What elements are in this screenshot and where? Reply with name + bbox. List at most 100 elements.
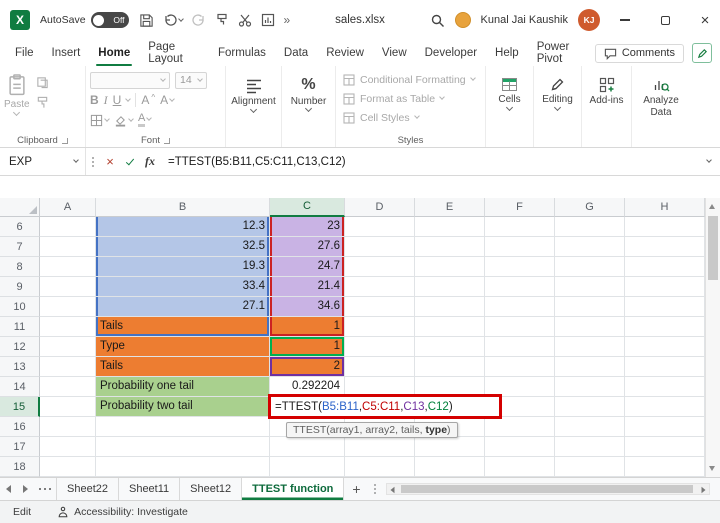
font-size-select[interactable]: 14	[175, 71, 207, 89]
cell-B10[interactable]: 27.1	[96, 297, 270, 317]
cell-G18[interactable]	[555, 457, 625, 477]
cell-F6[interactable]	[485, 217, 555, 237]
cell-F12[interactable]	[485, 337, 555, 357]
fill-color-button[interactable]	[114, 114, 134, 127]
enter-button[interactable]	[120, 156, 140, 165]
cell-A18[interactable]	[40, 457, 96, 477]
cell-H13[interactable]	[625, 357, 705, 377]
cell-B9[interactable]: 33.4	[96, 277, 270, 297]
scroll-down-icon[interactable]	[709, 466, 715, 471]
sheet-tab-ttest-function[interactable]: TTEST function	[242, 478, 345, 500]
select-all-corner[interactable]	[0, 198, 40, 217]
insert-function-button[interactable]: fx	[140, 154, 160, 169]
cell-H14[interactable]	[625, 377, 705, 397]
editing-mode-button[interactable]	[692, 43, 712, 63]
cell-B11[interactable]: Tails	[96, 317, 270, 337]
format-painter-button[interactable]	[215, 13, 229, 27]
drag-handle-icon[interactable]	[92, 160, 94, 163]
horizontal-scrollbar[interactable]	[386, 483, 710, 495]
borders-button[interactable]	[90, 114, 110, 127]
cell-G15[interactable]	[555, 397, 625, 417]
cell-H12[interactable]	[625, 337, 705, 357]
cancel-button[interactable]: ×	[100, 154, 120, 169]
cell-E10[interactable]	[415, 297, 485, 317]
font-color-button[interactable]: A	[138, 112, 153, 128]
cell-G6[interactable]	[555, 217, 625, 237]
cell-H15[interactable]	[625, 397, 705, 417]
name-box[interactable]: EXP	[0, 148, 86, 175]
cells-button[interactable]: Cells	[490, 70, 529, 111]
ribbon-tab-file[interactable]: File	[6, 40, 43, 66]
row-header-18[interactable]: 18	[0, 457, 40, 477]
cell-B12[interactable]: Type	[96, 337, 270, 357]
prev-sheet-button[interactable]	[0, 478, 17, 500]
minimize-button[interactable]	[610, 0, 640, 40]
redo-button[interactable]	[191, 13, 206, 27]
scroll-right-icon[interactable]	[701, 486, 706, 494]
ribbon-tab-developer[interactable]: Developer	[416, 40, 486, 66]
cell-C6[interactable]: 23	[270, 217, 345, 237]
styles-item-conditional-formatting[interactable]: Conditional Formatting	[340, 70, 481, 89]
cell-A11[interactable]	[40, 317, 96, 337]
more-sheets-button[interactable]	[34, 478, 56, 500]
sheet-tab-sheet11[interactable]: Sheet11	[119, 478, 181, 500]
styles-item-cell-styles[interactable]: Cell Styles	[340, 108, 481, 127]
new-sheet-button[interactable]: +	[344, 478, 368, 500]
cell-C18[interactable]	[270, 457, 345, 477]
cell-A15[interactable]	[40, 397, 96, 417]
cell-E11[interactable]	[415, 317, 485, 337]
addins-button[interactable]: Add-ins	[586, 70, 627, 107]
row-header-15[interactable]: 15	[0, 397, 40, 417]
row-header-13[interactable]: 13	[0, 357, 40, 377]
cell-C9[interactable]: 21.4	[270, 277, 345, 297]
cell-D6[interactable]	[345, 217, 415, 237]
active-formula-cell[interactable]: =TTEST(B5:B11, C5:C11, C13, C12)	[268, 394, 502, 419]
scroll-up-icon[interactable]	[709, 204, 715, 209]
cell-D18[interactable]	[345, 457, 415, 477]
font-dialog-launcher[interactable]	[164, 137, 170, 144]
cell-D8[interactable]	[345, 257, 415, 277]
sheet-tab-sheet12[interactable]: Sheet12	[180, 478, 243, 500]
close-button[interactable]: ×	[690, 0, 720, 40]
row-header-9[interactable]: 9	[0, 277, 40, 297]
cell-B13[interactable]: Tails	[96, 357, 270, 377]
sheet-tab-sheet22[interactable]: Sheet22	[56, 478, 119, 500]
cell-G11[interactable]	[555, 317, 625, 337]
cell-D7[interactable]	[345, 237, 415, 257]
paste-button[interactable]: Paste	[4, 70, 30, 116]
cell-H11[interactable]	[625, 317, 705, 337]
comments-button[interactable]: Comments	[594, 43, 684, 63]
cell-G13[interactable]	[555, 357, 625, 377]
font-name-select[interactable]	[90, 71, 170, 89]
qat-overflow-button[interactable]: »	[284, 14, 291, 26]
cell-A9[interactable]	[40, 277, 96, 297]
autosave-switch[interactable]: Off	[90, 12, 129, 28]
formula-bar-expand-button[interactable]	[698, 157, 720, 163]
copy-button[interactable]	[36, 76, 49, 89]
undo-button[interactable]	[163, 13, 184, 27]
cell-E18[interactable]	[415, 457, 485, 477]
document-title[interactable]: sales.xlsx	[335, 14, 385, 26]
cell-C10[interactable]: 34.6	[270, 297, 345, 317]
cell-H6[interactable]	[625, 217, 705, 237]
cell-E7[interactable]	[415, 237, 485, 257]
accessibility-checker[interactable]: Accessibility: Investigate	[57, 506, 188, 518]
format-painter-small-button[interactable]	[36, 96, 49, 109]
column-header-D[interactable]: D	[345, 198, 415, 217]
cell-B16[interactable]	[96, 417, 270, 437]
cell-H10[interactable]	[625, 297, 705, 317]
cell-F11[interactable]	[485, 317, 555, 337]
ribbon-tab-page-layout[interactable]: Page Layout	[139, 40, 209, 66]
cell-H17[interactable]	[625, 437, 705, 457]
ribbon-tab-formulas[interactable]: Formulas	[209, 40, 275, 66]
cell-C13[interactable]: 2	[270, 357, 345, 377]
column-header-H[interactable]: H	[625, 198, 705, 217]
column-header-E[interactable]: E	[415, 198, 485, 217]
clipboard-dialog-launcher[interactable]	[61, 137, 68, 144]
cell-D10[interactable]	[345, 297, 415, 317]
cell-B15[interactable]: Probability two tail	[96, 397, 270, 417]
ribbon-tab-help[interactable]: Help	[486, 40, 528, 66]
cell-A7[interactable]	[40, 237, 96, 257]
cell-D9[interactable]	[345, 277, 415, 297]
cell-G12[interactable]	[555, 337, 625, 357]
